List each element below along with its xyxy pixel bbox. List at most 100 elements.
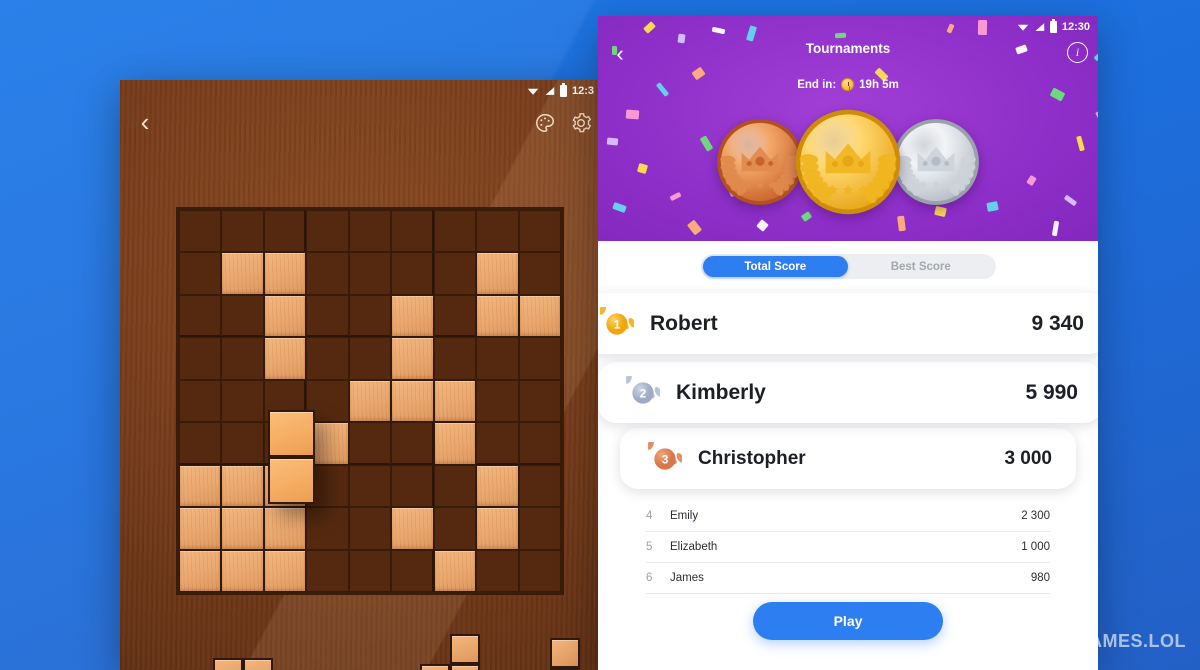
board-cell[interactable] <box>433 464 477 508</box>
leaderboard-row-1[interactable]: 1 Robert 9 340 <box>598 293 1098 369</box>
board-cell[interactable] <box>476 422 519 465</box>
board-cell[interactable] <box>391 337 434 380</box>
board-cell[interactable] <box>179 549 222 592</box>
info-icon[interactable]: i <box>1067 42 1088 63</box>
board-cell[interactable] <box>476 507 519 550</box>
board-cell[interactable] <box>476 252 519 295</box>
back-button[interactable]: ‹ <box>130 108 160 138</box>
tab-total-score[interactable]: Total Score <box>702 256 848 277</box>
board-cell[interactable] <box>263 507 307 550</box>
tray-piece-1[interactable] <box>213 658 273 670</box>
board-cell[interactable] <box>391 210 434 253</box>
board-cell[interactable] <box>221 337 264 380</box>
board-cell[interactable] <box>179 337 222 380</box>
board-cell[interactable] <box>518 379 561 423</box>
board-cell[interactable] <box>263 549 307 592</box>
board-cell[interactable] <box>391 464 434 508</box>
board-cell[interactable] <box>179 464 222 508</box>
board-cell[interactable] <box>306 337 349 380</box>
board-cell[interactable] <box>348 210 392 253</box>
board-cell[interactable] <box>391 507 434 550</box>
palette-icon[interactable] <box>534 112 556 134</box>
dragged-block-piece[interactable] <box>268 410 315 504</box>
board-cell[interactable] <box>179 294 222 338</box>
board-cell[interactable] <box>221 464 264 508</box>
board-cell[interactable] <box>433 337 477 380</box>
leaderboard-row[interactable]: 4 Emily 2 300 <box>646 501 1050 532</box>
board-cell[interactable] <box>476 210 519 253</box>
board-cell[interactable] <box>263 252 307 295</box>
leaderboard-row-2[interactable]: 2 Kimberly 5 990 <box>598 362 1098 438</box>
player-name: Elizabeth <box>670 541 718 553</box>
board-cell[interactable] <box>221 422 264 465</box>
leaderboard-row[interactable]: 6 James 980 <box>646 563 1050 594</box>
board-cell[interactable] <box>221 294 264 338</box>
board-cell[interactable] <box>348 422 392 465</box>
board-cell[interactable] <box>518 464 561 508</box>
board-cell[interactable] <box>476 337 519 380</box>
board-cell[interactable] <box>179 379 222 423</box>
board-cell[interactable] <box>306 549 349 592</box>
board-cell[interactable] <box>433 379 477 423</box>
board-cell[interactable] <box>221 252 264 295</box>
board-cell[interactable] <box>391 379 434 423</box>
board-cell[interactable] <box>518 252 561 295</box>
tray-piece-2[interactable] <box>420 634 480 670</box>
board-cell[interactable] <box>263 337 307 380</box>
board-cell[interactable] <box>476 464 519 508</box>
board-cell[interactable] <box>391 422 434 465</box>
board-cell[interactable] <box>348 252 392 295</box>
gear-icon[interactable] <box>570 112 592 134</box>
board-cell[interactable] <box>348 337 392 380</box>
board-cell[interactable] <box>221 379 264 423</box>
board-cell[interactable] <box>179 422 222 465</box>
leaderboard-row-3[interactable]: 3 Christopher 3 000 <box>620 428 1076 504</box>
board-cell[interactable] <box>348 294 392 338</box>
score-mode-toggle[interactable]: Total Score Best Score <box>700 254 996 279</box>
board-cell[interactable] <box>433 549 477 592</box>
board-cell[interactable] <box>348 464 392 508</box>
board-cell[interactable] <box>476 379 519 423</box>
board-cell[interactable] <box>518 422 561 465</box>
board-cell[interactable] <box>263 210 307 253</box>
board-cell[interactable] <box>391 549 434 592</box>
board-cell[interactable] <box>433 210 477 253</box>
leaderboard-rest[interactable]: 4 Emily 2 300 5 Elizabeth 1 000 6 James 980 <box>598 501 1098 594</box>
board-cell[interactable] <box>391 294 434 338</box>
board-cell[interactable] <box>179 210 222 253</box>
board-cell[interactable] <box>518 337 561 380</box>
board-cell[interactable] <box>179 507 222 550</box>
tab-best-score[interactable]: Best Score <box>848 256 994 277</box>
board-cell[interactable] <box>476 294 519 338</box>
board-cell[interactable] <box>306 210 349 253</box>
board-cell[interactable] <box>433 294 477 338</box>
board-cell[interactable] <box>433 507 477 550</box>
board-cell[interactable] <box>518 294 561 338</box>
board-cell[interactable] <box>391 252 434 295</box>
board-cell[interactable] <box>433 252 477 295</box>
tablet-game-screen: 12:3 ‹ 440 420 <box>120 80 600 670</box>
board-cell[interactable] <box>306 252 349 295</box>
board-cell[interactable] <box>179 252 222 295</box>
player-score: 1 000 <box>1021 541 1050 553</box>
board-cell[interactable] <box>476 549 519 592</box>
medals-graphic <box>598 104 1098 224</box>
block-puzzle-board[interactable] <box>176 207 564 595</box>
board-cell[interactable] <box>433 422 477 465</box>
tray-piece-3[interactable] <box>550 638 580 670</box>
leaderboard-row[interactable]: 5 Elizabeth 1 000 <box>646 532 1050 563</box>
board-cell[interactable] <box>263 294 307 338</box>
board-cell[interactable] <box>348 379 392 423</box>
board-cell[interactable] <box>221 507 264 550</box>
board-cell[interactable] <box>306 507 349 550</box>
board-cell[interactable] <box>348 507 392 550</box>
board-cell[interactable] <box>518 549 561 592</box>
board-cell[interactable] <box>221 210 264 253</box>
play-button[interactable]: Play <box>753 602 943 640</box>
svg-text:3: 3 <box>662 452 669 466</box>
board-cell[interactable] <box>348 549 392 592</box>
board-cell[interactable] <box>518 507 561 550</box>
board-cell[interactable] <box>306 294 349 338</box>
board-cell[interactable] <box>518 210 561 253</box>
board-cell[interactable] <box>221 549 264 592</box>
